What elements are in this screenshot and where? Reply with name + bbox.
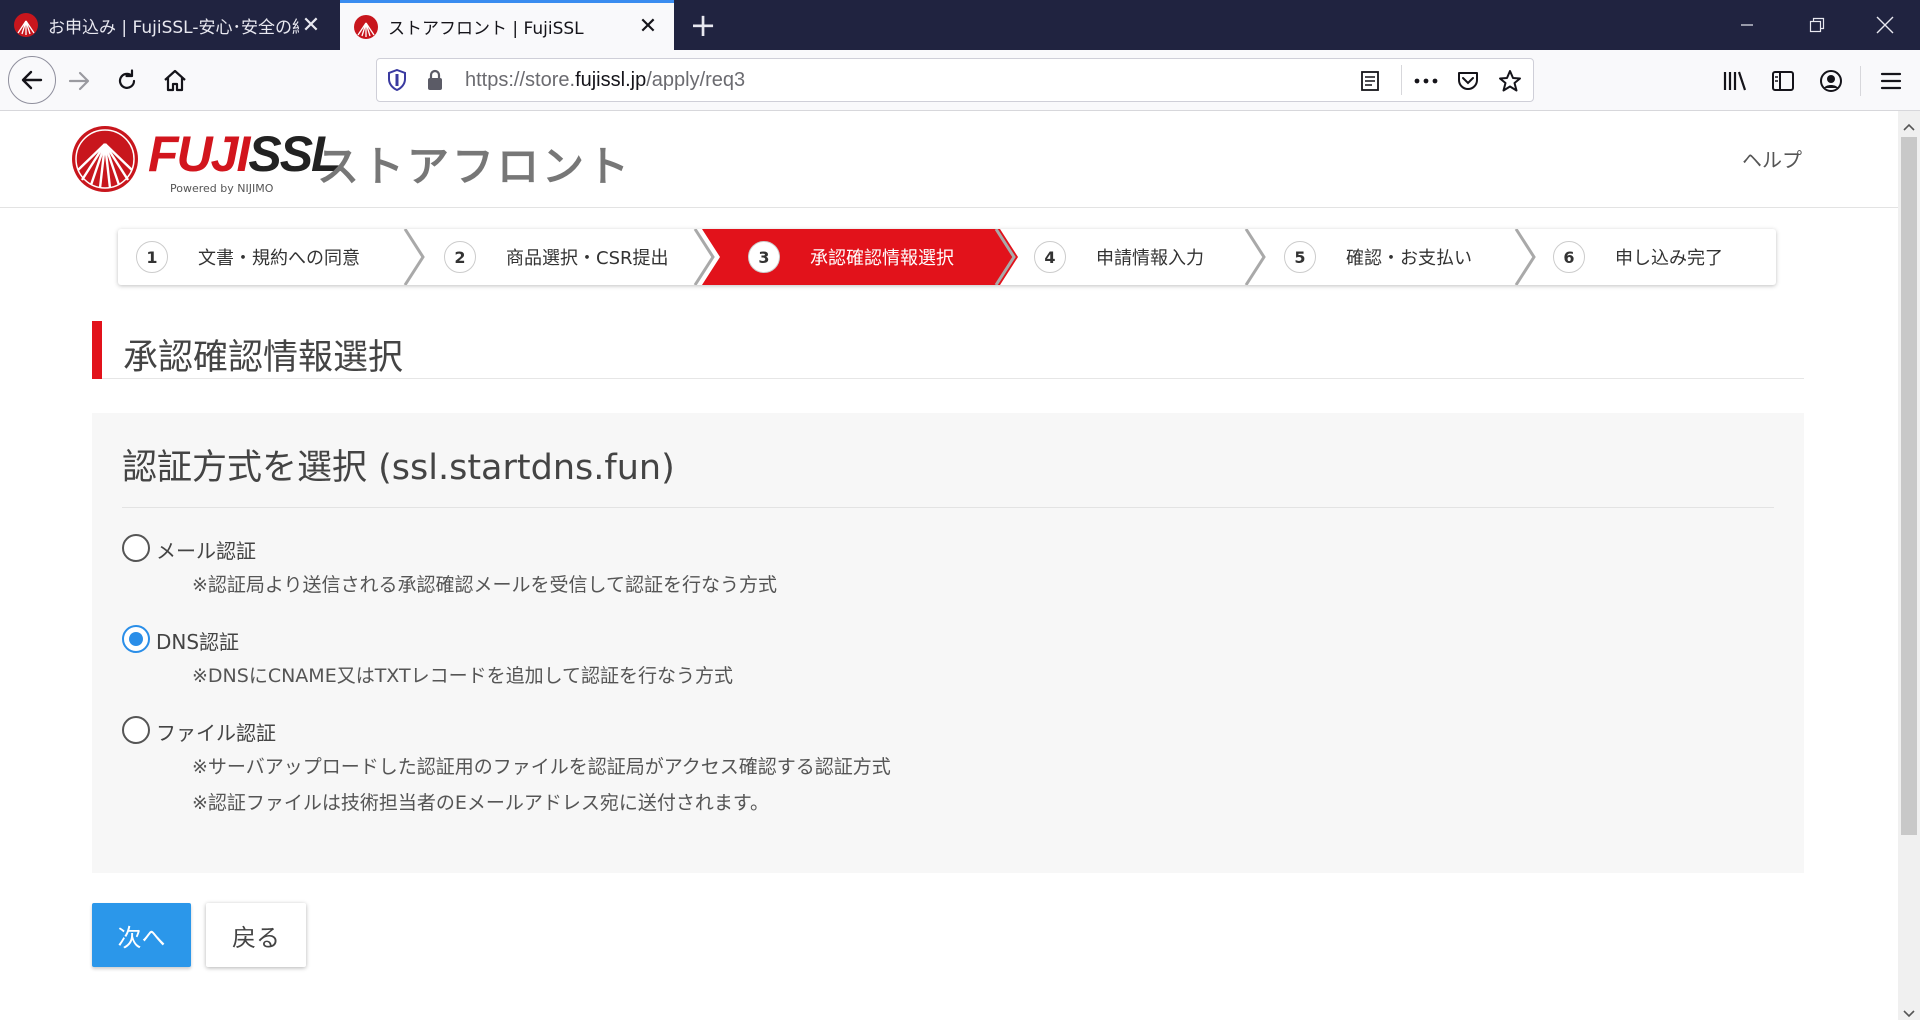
lock-icon[interactable] (423, 68, 447, 92)
step-4: 4 申請情報入力 (1034, 229, 1204, 285)
page-scrollbar[interactable] (1898, 111, 1920, 1020)
restore-window-icon[interactable] (1782, 0, 1852, 50)
back-button[interactable]: 戻る (206, 903, 306, 967)
step-3-active: 3 承認確認情報選択 (748, 229, 954, 285)
section-title: 承認確認情報選択 (123, 338, 404, 378)
reload-icon[interactable] (106, 60, 148, 102)
page-actions-more-icon[interactable] (1413, 68, 1439, 94)
step-number: 6 (1553, 241, 1585, 273)
fujissl-favicon-icon (354, 14, 378, 39)
bookmark-star-icon[interactable] (1497, 68, 1523, 94)
minimize-window-icon[interactable] (1712, 0, 1782, 50)
browser-tab-apply[interactable]: お申込み | FujiSSL-安心･安全の純 ✕ (0, 0, 337, 50)
account-icon[interactable] (1810, 60, 1852, 102)
scroll-down-icon[interactable] (1903, 1004, 1915, 1023)
logo-powered-by: Powered by NIJIMO (170, 182, 274, 195)
store-title: ストアフロント (317, 142, 633, 191)
address-bar[interactable]: https://store.fujissl.jp/apply/req3 (376, 58, 1534, 102)
radio-file[interactable] (122, 716, 150, 744)
radio-email[interactable] (122, 534, 150, 562)
url-domain: fujissl.jp (575, 69, 647, 91)
browser-tab-bar: お申込み | FujiSSL-安心･安全の純 ✕ ストアフロント | FujiS… (0, 0, 1920, 50)
option-label[interactable]: DNS認証 (156, 626, 239, 655)
option-label[interactable]: ファイル認証 (156, 717, 276, 746)
new-tab-icon[interactable]: + (684, 6, 722, 44)
section-heading: 承認確認情報選択 (92, 321, 1804, 379)
close-tab-icon[interactable]: ✕ (636, 14, 660, 39)
tab-title: お申込み | FujiSSL-安心･安全の純 (48, 17, 299, 38)
url-path: /apply/req3 (646, 69, 746, 91)
tracking-shield-icon[interactable] (385, 68, 409, 92)
step-2: 2 商品選択・CSR提出 (444, 229, 669, 285)
library-icon[interactable] (1714, 60, 1756, 102)
option-note: ※認証局より送信される承認確認メールを受信して認証を行なう方式 (192, 574, 777, 596)
radio-dns[interactable] (122, 625, 150, 653)
tab-title: ストアフロント | FujiSSL (388, 19, 584, 39)
url-text[interactable]: https://store.fujissl.jp/apply/req3 (465, 59, 745, 101)
step-label: 確認・お支払い (1346, 248, 1472, 269)
browser-tab-storefront[interactable]: ストアフロント | FujiSSL ✕ (340, 0, 674, 50)
step-label: 申請情報入力 (1096, 248, 1204, 269)
scrollbar-thumb[interactable] (1901, 137, 1917, 835)
fujissl-logo-icon[interactable] (70, 124, 140, 194)
urlbar-divider (1401, 65, 1402, 95)
option-note: ※DNSにCNAME又はTXTレコードを追加して認証を行なう方式 (192, 665, 734, 687)
close-window-icon[interactable] (1850, 0, 1920, 50)
reader-view-icon[interactable] (1357, 68, 1383, 94)
progress-stepper: 1 文書・規約への同意 2 商品選択・CSR提出 3 承認確認情報選択 4 申請… (118, 229, 1776, 285)
option-label[interactable]: メール認証 (156, 535, 256, 564)
step-label: 承認確認情報選択 (810, 248, 954, 269)
step-number: 2 (444, 241, 476, 273)
step-label: 申し込み完了 (1615, 248, 1723, 269)
help-link[interactable]: ヘルプ (1742, 144, 1802, 173)
url-prefix: https://store. (465, 69, 576, 91)
site-header: FUJISSL Powered by NIJIMO ストアフロント ヘルプ (0, 111, 1898, 208)
step-number: 1 (136, 241, 168, 273)
page-viewport: FUJISSL Powered by NIJIMO ストアフロント ヘルプ 1 … (0, 111, 1898, 1020)
toolbar-divider (1860, 66, 1861, 96)
pocket-icon[interactable] (1455, 68, 1481, 94)
verification-method-panel: 認証方式を選択 (ssl.startdns.fun) メール認証 ※認証局より送… (92, 413, 1804, 873)
option-note: ※認証ファイルは技術担当者のEメールアドレス宛に送付されます。 (192, 792, 770, 814)
heading-accent-bar (92, 321, 102, 379)
back-arrow-icon[interactable] (8, 56, 56, 104)
step-number: 5 (1284, 241, 1316, 273)
step-6: 6 申し込み完了 (1553, 229, 1723, 285)
close-tab-icon[interactable]: ✕ (299, 13, 323, 38)
next-button[interactable]: 次へ (92, 903, 191, 967)
browser-nav-bar: https://store.fujissl.jp/apply/req3 (0, 50, 1920, 111)
scroll-up-icon[interactable] (1903, 117, 1915, 136)
sidebar-toggle-icon[interactable] (1762, 60, 1804, 102)
forward-arrow-icon[interactable] (58, 60, 100, 102)
step-1: 1 文書・規約への同意 (136, 229, 360, 285)
step-label: 商品選択・CSR提出 (506, 248, 669, 269)
fujissl-favicon-icon (14, 13, 38, 37)
step-number: 3 (748, 241, 780, 273)
app-menu-icon[interactable] (1870, 60, 1912, 102)
home-icon[interactable] (154, 60, 196, 102)
panel-divider (122, 507, 1774, 508)
logo-wordmark[interactable]: FUJISSL (148, 125, 342, 183)
option-note: ※サーバアップロードした認証用のファイルを認証局がアクセス確認する認証方式 (192, 756, 891, 778)
step-5: 5 確認・お支払い (1284, 229, 1472, 285)
step-number: 4 (1034, 241, 1066, 273)
step-label: 文書・規約への同意 (198, 248, 360, 269)
logo-fuji-text: FUJI (148, 126, 250, 182)
panel-title: 認証方式を選択 (ssl.startdns.fun) (122, 448, 675, 488)
